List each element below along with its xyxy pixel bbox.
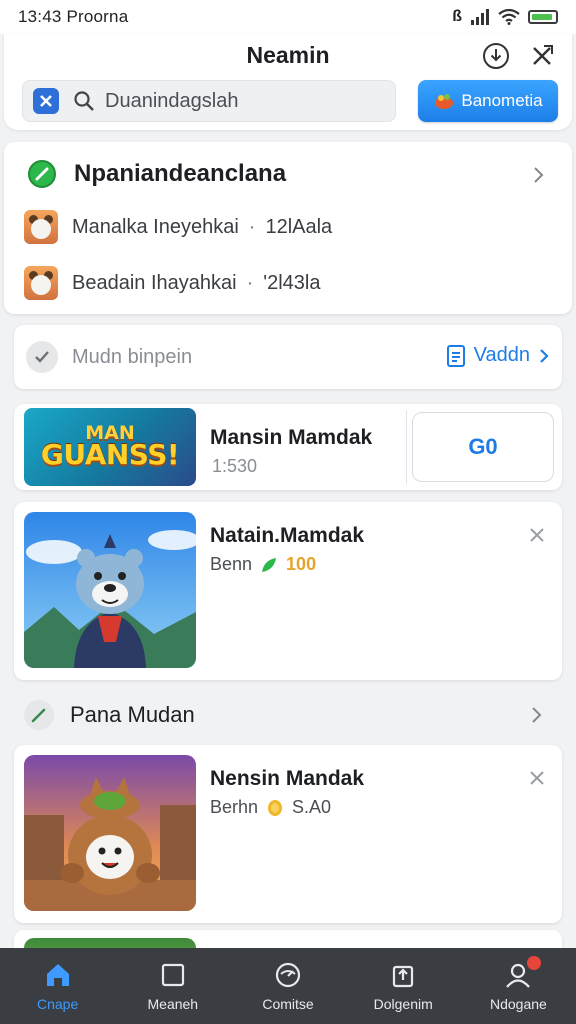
list-item[interactable]: Beadain Ihayahkai · '2l43la <box>24 266 320 300</box>
tab-home[interactable]: Cnape <box>0 948 115 1024</box>
avatar <box>24 266 58 300</box>
filter-label: Mudn binpein <box>72 346 193 368</box>
price-row: Berhn S.A0 <box>210 797 331 818</box>
list-item-value: '2l43la <box>263 271 321 294</box>
search-bar[interactable]: Duanindagslah <box>22 80 396 122</box>
game-art-bear[interactable] <box>24 512 196 668</box>
price-value: 100 <box>286 554 317 574</box>
tab-profile[interactable]: Ndogane <box>461 948 576 1024</box>
leaf-icon <box>28 160 56 188</box>
list-item-value: 12lAala <box>265 215 333 238</box>
tab-label: Comitse <box>262 996 314 1012</box>
separator-dot: · <box>248 215 256 238</box>
tab-menu[interactable]: Meaneh <box>115 948 230 1024</box>
game-title: Natain.Mamdak <box>210 524 365 547</box>
edit-icon <box>24 700 54 730</box>
tab-label: Dolgenim <box>373 996 433 1012</box>
featured-section: Npaniandeanclana Manalka Ineyehkai · 12l… <box>4 142 572 314</box>
close-icon[interactable] <box>528 42 556 70</box>
search-icon <box>74 91 94 111</box>
download-icon[interactable] <box>482 42 510 70</box>
system-icons: ß <box>452 8 558 26</box>
chevron-right-icon <box>540 348 549 363</box>
game-art-raccoon[interactable] <box>24 755 196 911</box>
tab-upload[interactable]: Dolgenim <box>346 948 461 1024</box>
upload-icon <box>393 965 414 988</box>
price-label: Berhn <box>210 797 259 817</box>
game-subtitle: 1:530 <box>212 456 258 476</box>
game-card[interactable]: Natain.Mamdak Benn 100 <box>14 502 562 680</box>
notification-badge <box>526 956 541 970</box>
game-title: Nensin Mandak <box>210 767 365 790</box>
game-banner-art[interactable]: MAN GUANSS! <box>24 408 196 486</box>
search-placeholder[interactable]: Duanindagslah <box>105 90 238 113</box>
tab-gauge[interactable]: Comitse <box>230 948 345 1024</box>
square-icon <box>161 963 184 987</box>
section-title: Npaniandeanclana <box>74 160 287 187</box>
section-title: Pana Mudan <box>70 702 195 727</box>
status-time: 13:43 Proorna <box>18 7 129 26</box>
chevron-right-icon[interactable] <box>530 166 548 184</box>
coin-icon <box>268 799 283 816</box>
avatar <box>24 210 58 244</box>
separator-dot: · <box>246 271 254 294</box>
battery-icon <box>528 10 558 24</box>
game-banner-card[interactable]: MAN GUANSS! Mansin Mamdak 1:530 G0 <box>14 404 562 490</box>
view-link-label: Vaddn <box>473 344 530 366</box>
filter-row[interactable]: Mudn binpein Vaddn <box>14 325 562 389</box>
bottom-tab-bar: Cnape Meaneh Comitse Dolgenim Ndogane <box>0 948 576 1024</box>
price-row: Benn 100 <box>210 554 316 575</box>
price-value: S.A0 <box>292 797 332 817</box>
status-bar: 13:43 Proorna ß <box>0 0 576 34</box>
signal-icon <box>471 9 489 25</box>
signal-text: ß <box>452 8 462 25</box>
document-icon <box>446 344 465 367</box>
tab-label: Meaneh <box>147 996 199 1012</box>
leaf-icon <box>262 557 277 572</box>
basket-icon <box>435 94 454 109</box>
tab-label: Cnape <box>36 996 79 1012</box>
app-badge-icon[interactable] <box>33 88 59 114</box>
close-icon[interactable] <box>528 769 546 787</box>
close-icon[interactable] <box>528 526 546 544</box>
art-line-2: GUANSS! <box>40 438 180 471</box>
get-button[interactable]: G0 <box>412 412 554 482</box>
chevron-right-icon[interactable] <box>528 706 546 724</box>
wifi-icon <box>498 9 520 25</box>
game-card[interactable]: Nensin Mandak Berhn S.A0 <box>14 745 562 923</box>
check-icon <box>26 341 58 373</box>
price-label: Benn <box>210 554 253 574</box>
app-header: Neamin Duanindagslah Banometia <box>4 34 572 130</box>
list-item-name: Manalka Ineyehkai <box>72 215 239 238</box>
promo-button[interactable]: Banometia <box>418 80 558 122</box>
get-button-label: G0 <box>468 434 498 459</box>
gauge-icon <box>275 962 301 988</box>
divider <box>406 410 407 484</box>
game-title: Mansin Mamdak <box>210 426 373 449</box>
list-item-name: Beadain Ihayahkai <box>72 271 237 294</box>
tab-label: Ndogane <box>490 996 547 1012</box>
list-item[interactable]: Manalka Ineyehkai · 12lAala <box>24 210 332 244</box>
section-header[interactable]: Pana Mudan <box>14 696 562 734</box>
promo-button-label: Banometia <box>461 91 543 110</box>
home-icon <box>46 964 69 986</box>
view-link[interactable]: Vaddn <box>446 344 550 367</box>
